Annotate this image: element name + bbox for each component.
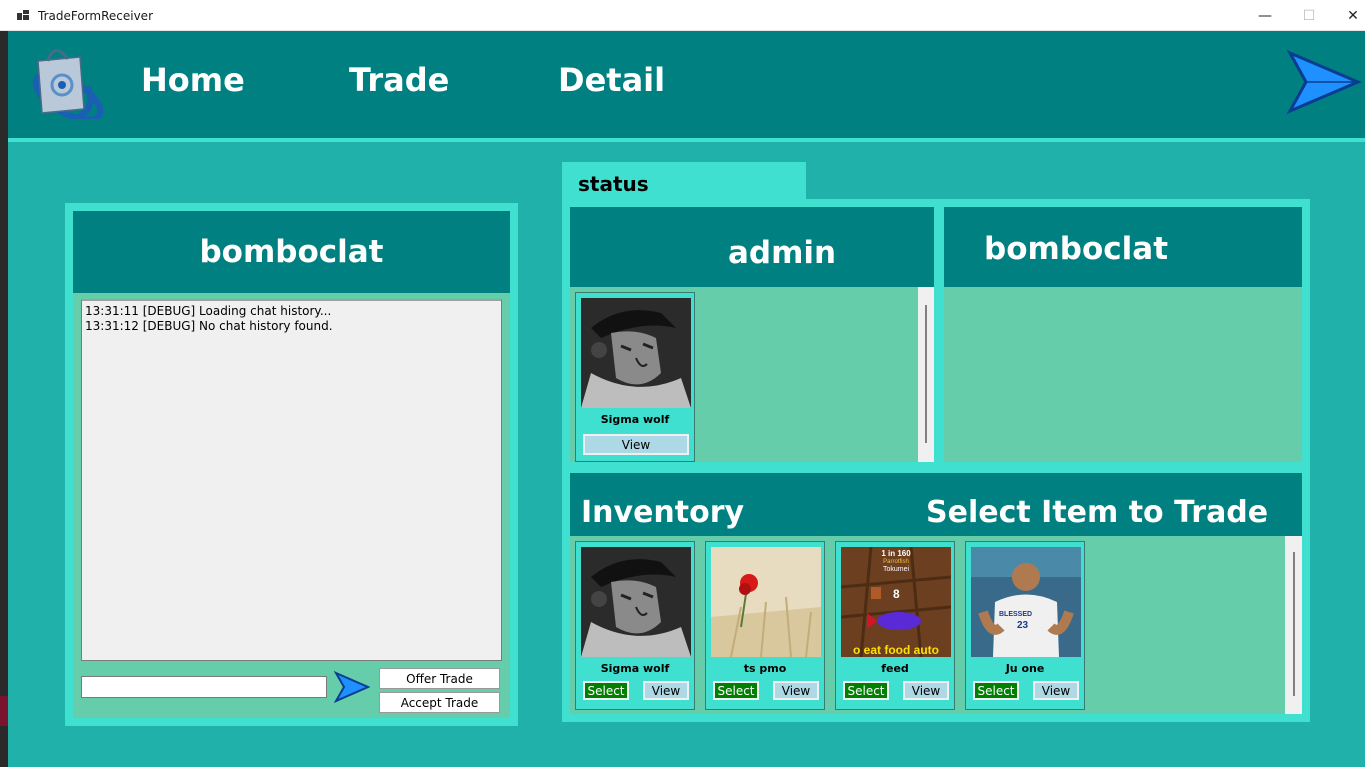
desktop-edge bbox=[0, 31, 8, 767]
forward-arrow-icon[interactable] bbox=[1286, 49, 1362, 115]
item-name: ts pmo bbox=[743, 662, 787, 675]
offer-trade-button[interactable]: Offer Trade bbox=[379, 668, 500, 689]
shopping-bag-logo-icon bbox=[32, 49, 104, 119]
partner-title: bomboclat bbox=[944, 207, 1302, 287]
select-button[interactable]: Select bbox=[973, 681, 1019, 700]
inventory-item-card: 1 in 160 Parrotfish Tokumei 8 o eat food… bbox=[835, 541, 955, 710]
window-title: TradeFormReceiver bbox=[38, 9, 153, 23]
send-arrow-icon[interactable] bbox=[334, 670, 370, 704]
nav-detail[interactable]: Detail bbox=[558, 61, 665, 99]
select-button[interactable]: Select bbox=[713, 681, 759, 700]
inventory-header: Inventory Select Item to Trade bbox=[570, 473, 1302, 536]
close-button[interactable]: ✕ bbox=[1330, 0, 1365, 31]
item-name: feed bbox=[881, 662, 909, 675]
inventory-item-card: ts pmo Select View bbox=[705, 541, 825, 710]
chat-message-input[interactable] bbox=[81, 676, 327, 698]
app-icon bbox=[17, 10, 29, 20]
chat-partner-name: bomboclat bbox=[73, 211, 510, 293]
poppy-flower-image bbox=[711, 547, 821, 657]
fish-game-image: 1 in 160 Parrotfish Tokumei 8 o eat food… bbox=[841, 547, 951, 657]
admin-title: admin bbox=[570, 207, 934, 287]
jersey-brand: BLESSED bbox=[999, 611, 1033, 618]
item-name: Ju one bbox=[1005, 662, 1045, 675]
feed-overlay-count: 8 bbox=[893, 587, 900, 601]
nav-trade[interactable]: Trade bbox=[349, 61, 449, 99]
nav-home[interactable]: Home bbox=[141, 61, 245, 99]
minimize-button[interactable]: — bbox=[1242, 0, 1288, 31]
view-button[interactable]: View bbox=[643, 681, 689, 700]
select-item-hint: Select Item to Trade bbox=[926, 495, 1269, 530]
item-name: Sigma wolf bbox=[600, 662, 670, 675]
sigma-wolf-image bbox=[581, 547, 691, 657]
status-tab[interactable]: status bbox=[562, 162, 806, 199]
admin-scrollbar[interactable] bbox=[918, 287, 934, 462]
feed-overlay-tag: Parrotfish bbox=[883, 559, 909, 565]
item-name: Sigma wolf bbox=[600, 413, 670, 426]
chat-log-line: 13:31:12 [DEBUG] No chat history found. bbox=[85, 319, 333, 333]
inventory-item-card: BLESSED 23 Ju one Select View bbox=[965, 541, 1085, 710]
accept-trade-button[interactable]: Accept Trade bbox=[379, 692, 500, 713]
chat-log[interactable]: 13:31:11 [DEBUG] Loading chat history...… bbox=[81, 299, 502, 661]
basketball-player-image: BLESSED 23 bbox=[971, 547, 1081, 657]
inventory-scrollbar[interactable] bbox=[1285, 536, 1302, 714]
chat-log-line: 13:31:11 [DEBUG] Loading chat history... bbox=[85, 304, 332, 318]
admin-item-card: Sigma wolf View bbox=[575, 292, 695, 462]
select-button[interactable]: Select bbox=[583, 681, 629, 700]
maximize-button[interactable]: ☐ bbox=[1286, 0, 1332, 31]
title-bar: TradeFormReceiver — ☐ ✕ bbox=[0, 0, 1365, 31]
feed-overlay-sub: Tokumei bbox=[882, 566, 910, 573]
inventory-item-card: Sigma wolf Select View bbox=[575, 541, 695, 710]
feed-overlay-caption: o eat food auto bbox=[853, 643, 939, 657]
view-button[interactable]: View bbox=[1033, 681, 1079, 700]
view-button[interactable]: View bbox=[773, 681, 819, 700]
nav-bar: Home Trade Detail bbox=[8, 31, 1365, 138]
view-button[interactable]: View bbox=[583, 434, 689, 455]
view-button[interactable]: View bbox=[903, 681, 949, 700]
sigma-wolf-image bbox=[581, 298, 691, 408]
select-button[interactable]: Select bbox=[843, 681, 889, 700]
jersey-number: 23 bbox=[1017, 620, 1029, 631]
feed-overlay-top: 1 in 160 bbox=[881, 549, 911, 558]
inventory-title: Inventory bbox=[581, 495, 745, 530]
